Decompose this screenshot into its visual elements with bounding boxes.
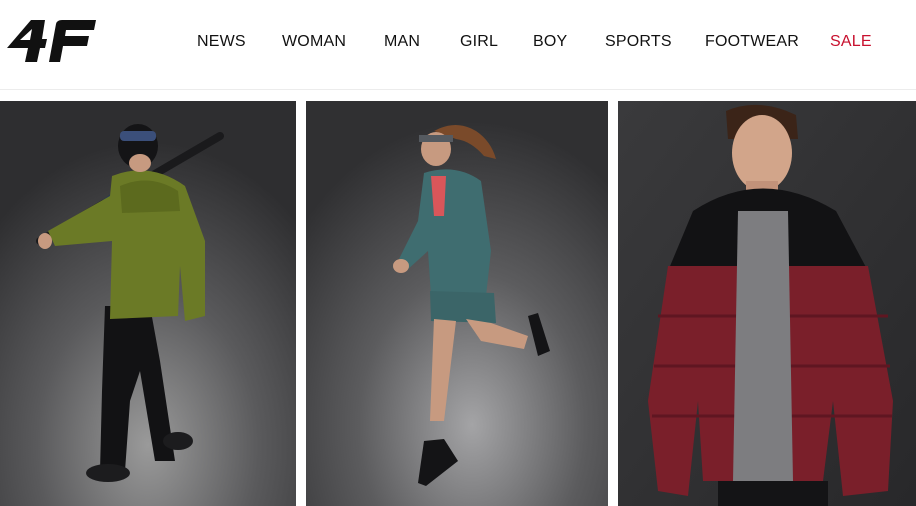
man-jacket-photo xyxy=(618,101,916,506)
skier-photo xyxy=(0,101,296,506)
product-tile-skier[interactable] xyxy=(0,101,296,506)
logo-mark xyxy=(7,20,96,62)
product-tile-man-jacket[interactable] xyxy=(618,101,916,506)
product-tile-runner[interactable] xyxy=(306,101,608,506)
nav-item-woman[interactable]: WOMAN xyxy=(282,33,346,51)
nav-item-girl[interactable]: GIRL xyxy=(460,33,498,51)
nav-item-boy[interactable]: BOY xyxy=(533,33,567,51)
nav-item-sale[interactable]: SALE xyxy=(830,33,872,51)
nav-item-man[interactable]: MAN xyxy=(384,33,420,51)
nav-item-footwear[interactable]: FOOTWEAR xyxy=(705,33,799,51)
site-header: NEWS WOMAN MAN GIRL BOY SPORTS FOOTWEAR … xyxy=(0,0,916,90)
nav-item-news[interactable]: NEWS xyxy=(197,33,246,51)
4f-logo-icon[interactable] xyxy=(5,18,97,64)
runner-photo xyxy=(306,101,608,506)
nav-item-sports[interactable]: SPORTS xyxy=(605,33,672,51)
